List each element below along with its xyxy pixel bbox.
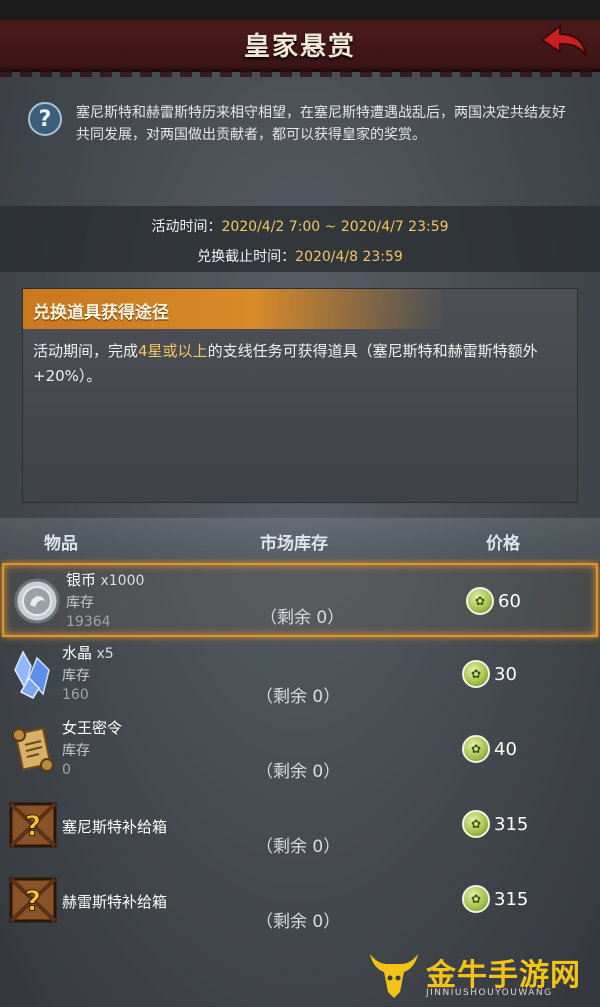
obtain-method-title: 兑换道具获得途径 (23, 289, 443, 329)
obtain-text-highlight: 4星或以上 (138, 342, 208, 360)
item-name-text: 水晶 (62, 644, 93, 662)
watermark-subtext: JINNIUSHOUYOUWANG (426, 988, 553, 998)
back-arrow-icon (540, 23, 587, 57)
price-value: 60 (498, 590, 521, 612)
stock-label: 库存 (66, 595, 94, 611)
price-value: 315 (494, 813, 529, 835)
price: ✿ 315 (462, 810, 528, 838)
item-name-text: 塞尼斯特补给箱 (62, 818, 168, 836)
svg-text:?: ? (25, 884, 41, 917)
price: ✿ 60 (466, 587, 521, 615)
scroll-icon (8, 723, 58, 775)
price: ✿ 315 (462, 885, 528, 913)
obtain-method-text: 活动期间，完成4星或以上的支线任务可获得道具（塞尼斯特和赫雷斯特额外+20%）。 (33, 339, 573, 389)
activity-time-value: 2020/4/2 7:00 ~ 2020/4/7 23:59 (221, 219, 449, 235)
remaining-count: （剩余 0） (256, 912, 341, 932)
item-name: 银币 x1000 (66, 569, 144, 590)
table-header: 物品 市场库存 价格 (0, 518, 600, 562)
item-name: 女王密令 (62, 717, 122, 738)
remaining-count: （剩余 0） (256, 687, 341, 707)
remaining-count: （剩余 0） (256, 762, 341, 782)
page: 皇家悬赏 ? 塞尼斯特和赫雷斯特历来相守相望，在塞尼斯特遭遇战乱后，两国决定共结… (0, 0, 600, 1007)
mystery-box-icon: ? (8, 873, 58, 925)
crystal-icon (8, 648, 58, 700)
item-qty: x5 (92, 646, 114, 662)
bull-logo-icon (370, 954, 418, 998)
price: ✿ 30 (462, 660, 517, 688)
page-title: 皇家悬赏 (243, 32, 356, 62)
header-bar: 皇家悬赏 (0, 0, 600, 77)
item-qty: x1000 (96, 573, 145, 589)
back-button[interactable] (538, 22, 590, 62)
item-name-text: 赫雷斯特补给箱 (62, 893, 168, 911)
remaining-count: （剩余 0） (256, 837, 341, 857)
col-price: 价格 (486, 534, 520, 554)
exchange-coin-icon: ✿ (462, 735, 490, 763)
stock-value: 19364 (66, 614, 111, 630)
status-strip (0, 0, 600, 20)
svg-text:?: ? (25, 809, 41, 842)
exchange-coin-icon: ✿ (466, 587, 494, 615)
stock-value: 160 (62, 687, 89, 703)
stock-label: 库存 (62, 743, 90, 759)
exchange-deadline-value: 2020/4/8 23:59 (295, 249, 403, 265)
activity-time: 活动时间：2020/4/2 7:00 ~ 2020/4/7 23:59 (0, 216, 600, 236)
item-name: 塞尼斯特补给箱 (62, 816, 167, 837)
table-row[interactable]: 女王密令 库存 0 （剩余 0） ✿ 40 (0, 713, 600, 787)
col-market-stock: 市场库存 (260, 534, 328, 554)
mystery-box-icon: ? (8, 798, 58, 850)
obtain-text-before: 活动期间，完成 (33, 342, 139, 360)
item-name-text: 女王密令 (62, 719, 123, 737)
item-name-text: 银币 (66, 571, 97, 589)
stock-label: 库存 (62, 668, 90, 684)
exchange-coin-icon: ✿ (462, 660, 490, 688)
exchange-coin-icon: ✿ (462, 885, 490, 913)
price-value: 40 (494, 738, 517, 760)
item-name: 赫雷斯特补给箱 (62, 891, 167, 912)
stock-value: 0 (62, 762, 71, 778)
event-description: 塞尼斯特和赫雷斯特历来相守相望，在塞尼斯特遭遇战乱后，两国决定共结友好共同发展，… (76, 105, 566, 143)
help-icon[interactable]: ? (28, 102, 62, 136)
event-time-band: 活动时间：2020/4/2 7:00 ~ 2020/4/7 23:59 兑换截止… (0, 206, 600, 272)
price-value: 315 (494, 888, 529, 910)
table-row[interactable]: ? 塞尼斯特补给箱 （剩余 0） ✿ 315 (0, 788, 600, 862)
activity-time-label: 活动时间： (151, 219, 222, 235)
exchange-coin-icon: ✿ (462, 810, 490, 838)
obtain-method-panel: 兑换道具获得途径 活动期间，完成4星或以上的支线任务可获得道具（塞尼斯特和赫雷斯… (22, 288, 578, 503)
table-row[interactable]: ? 赫雷斯特补给箱 （剩余 0） ✿ 315 (0, 863, 600, 937)
table-row[interactable]: 银币 x1000 库存 19364 （剩余 0） ✿ 60 (2, 563, 598, 637)
exchange-deadline-label: 兑换截止时间： (197, 249, 296, 265)
exchange-deadline: 兑换截止时间：2020/4/8 23:59 (0, 246, 600, 266)
table-row[interactable]: 水晶 x5 库存 160 （剩余 0） ✿ 30 (0, 638, 600, 712)
event-info: ? 塞尼斯特和赫雷斯特历来相守相望，在塞尼斯特遭遇战乱后，两国决定共结友好共同发… (0, 92, 600, 202)
col-item: 物品 (44, 534, 78, 554)
price-value: 30 (494, 663, 517, 685)
price: ✿ 40 (462, 735, 517, 763)
silver-coin-icon (12, 575, 62, 627)
remaining-count: （剩余 0） (260, 608, 345, 628)
watermark: 金牛手游网 JINNIUSHOUYOUWANG (366, 948, 600, 1007)
item-name: 水晶 x5 (62, 642, 114, 663)
